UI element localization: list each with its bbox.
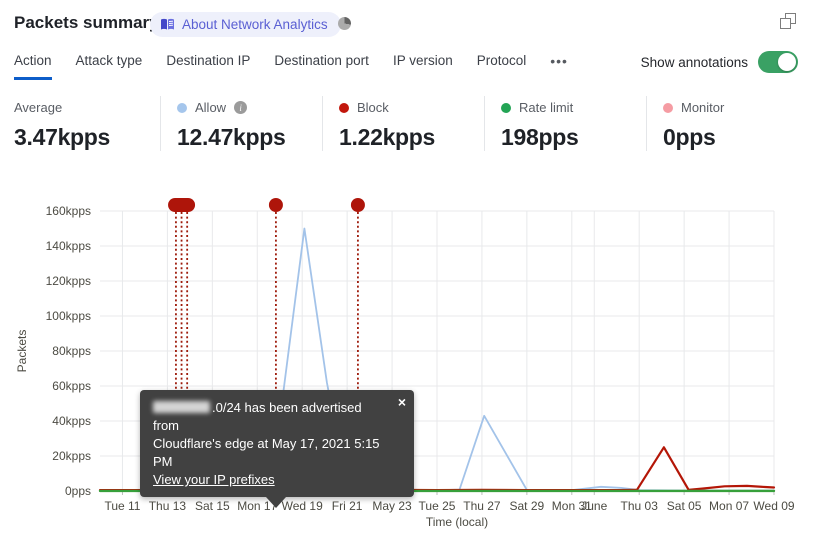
x-tick-label: Thu 27 [463,499,501,513]
y-tick-label: 140kpps [46,239,91,253]
tooltip-line2: Cloudflare's edge at May 17, 2021 5:15 P… [153,436,380,469]
y-tick-label: 40kpps [52,414,91,428]
y-tick-label: 60kpps [52,379,91,393]
y-tick-label: 100kpps [46,309,91,323]
y-tick-label: 0pps [65,484,91,498]
tooltip-arrow [266,497,286,508]
annotation-marker-dot[interactable] [350,198,365,212]
annotation-marker-dot[interactable] [268,198,283,212]
packets-summary-panel: Packets summary About Network Analytics … [0,0,816,545]
x-axis-title: Time (local) [426,515,488,529]
x-tick-label: Sat 05 [667,499,702,513]
x-tick-label: May 23 [372,499,412,513]
y-tick-label: 160kpps [46,204,91,218]
x-tick-label: Fri 21 [332,499,363,513]
x-tick-label: June [581,499,607,513]
x-tick-label: Sat 15 [195,499,230,513]
x-tick-label: Tue 11 [104,499,140,513]
y-axis-title: Packets [15,330,29,373]
annotation-marker-pill[interactable] [168,198,196,212]
x-tick-label: Thu 13 [149,499,187,513]
y-tick-label: 120kpps [46,274,91,288]
x-tick-label: Mon 07 [709,499,749,513]
x-tick-label: Wed 19 [282,499,323,513]
tooltip-line1: .0/24 has been advertised from [153,400,362,433]
x-tick-label: Wed 09 [753,499,794,513]
x-tick-label: Thu 03 [621,499,659,513]
close-icon[interactable]: × [398,395,406,409]
y-tick-label: 80kpps [52,344,91,358]
y-tick-label: 20kpps [52,449,91,463]
x-tick-label: Tue 25 [419,499,456,513]
view-ip-prefixes-link[interactable]: View your IP prefixes [153,472,275,487]
redacted-ip-prefix [153,401,210,413]
annotation-tooltip: × .0/24 has been advertised from Cloudfl… [140,390,414,508]
x-tick-label: Sat 29 [510,499,545,513]
